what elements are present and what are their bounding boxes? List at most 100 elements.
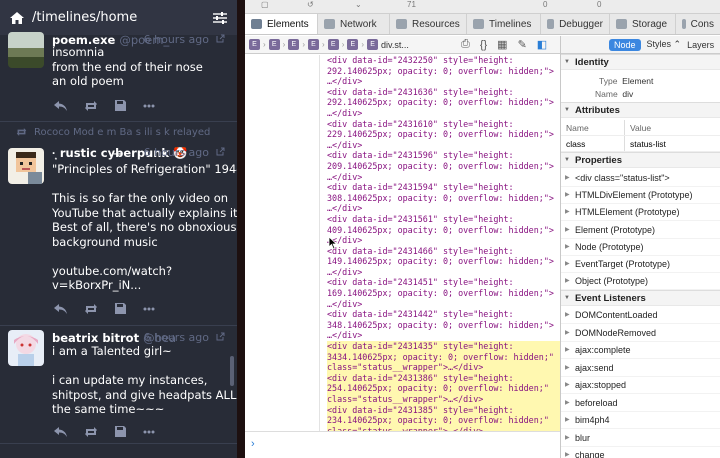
dom-node-line[interactable]: <div data-id="2431561" style="height:	[327, 214, 560, 225]
reply-icon[interactable]	[54, 426, 67, 437]
home-icon[interactable]	[10, 11, 24, 24]
dom-node-line[interactable]: class="status__wrapper">…</div>	[327, 362, 560, 373]
dom-node-line[interactable]: 348.140625px; opacity: 0; overflow: hidd…	[327, 320, 560, 331]
dom-node-line[interactable]: <div data-id="2432250" style="height:	[327, 55, 560, 66]
attribute-row[interactable]: class status-list	[561, 136, 720, 152]
dom-node-line[interactable]: <div data-id="2431442" style="height:	[327, 309, 560, 320]
reply-icon[interactable]	[54, 303, 67, 314]
tab-styles[interactable]: Styles ⌃	[647, 39, 682, 50]
dom-node-line[interactable]: <div data-id="2431636" style="height:	[327, 87, 560, 98]
tab-console[interactable]: Cons	[676, 14, 720, 34]
dom-node-line[interactable]: <div data-id="2431466" style="height:	[327, 246, 560, 257]
dom-node-line[interactable]: <div data-id="2431594" style="height:	[327, 182, 560, 193]
external-link-icon[interactable]	[216, 34, 225, 43]
breadcrumb-element-icon[interactable]: E	[308, 39, 320, 50]
avatar[interactable]	[8, 148, 44, 184]
resource-count[interactable]: 71	[407, 0, 416, 9]
dom-node-line[interactable]: …</div>	[327, 172, 560, 183]
link-line[interactable]: v=kBorxPr_iN...	[52, 278, 232, 293]
dom-node-line[interactable]: …</div>	[327, 108, 560, 119]
save-icon[interactable]	[115, 100, 126, 111]
breadcrumb-element-icon[interactable]: E	[268, 39, 280, 50]
avatar[interactable]	[8, 330, 44, 366]
tab-resources[interactable]: Resources	[390, 14, 467, 34]
dom-node-line[interactable]: <div data-id="2431386" style="height:	[327, 372, 560, 384]
dom-node-line[interactable]: 292.140625px; opacity: 0; overflow: hidd…	[327, 66, 560, 77]
sliders-icon[interactable]	[213, 11, 227, 24]
save-icon[interactable]	[115, 303, 126, 314]
error-count[interactable]: 0	[543, 0, 547, 9]
sidebar-toggle-icon[interactable]: ◧	[537, 38, 547, 51]
external-link-icon[interactable]	[216, 332, 225, 341]
event-listener-item[interactable]: blur	[561, 430, 720, 447]
status-post[interactable]: poem.exe @poem_ 6 hours ago insomnia fro…	[0, 28, 237, 122]
dom-node-line[interactable]: …</div>	[327, 76, 560, 87]
toolbar-icon[interactable]: ⌄	[355, 0, 362, 9]
section-identity[interactable]: Identity	[561, 54, 720, 70]
dom-node-line[interactable]: <div data-id="2431435" style="height:	[327, 341, 560, 352]
breadcrumb-element-icon[interactable]: E	[367, 39, 379, 50]
dom-node-line[interactable]: 209.140625px; opacity: 0; overflow: hidd…	[327, 161, 560, 172]
print-icon[interactable]: ⎙	[461, 38, 470, 51]
dom-node-line[interactable]: 3434.140625px; opacity: 0; overflow: hid…	[327, 351, 560, 363]
property-item[interactable]: HTMLElement (Prototype)	[561, 204, 720, 222]
dom-node-line[interactable]: 169.140625px; opacity: 0; overflow: hidd…	[327, 288, 560, 299]
dom-node-line[interactable]: 409.140625px; opacity: 0; overflow: hidd…	[327, 225, 560, 236]
more-icon[interactable]	[143, 430, 155, 434]
dom-node-line[interactable]: 254.140625px; opacity: 0; overflow: hidd…	[327, 383, 560, 394]
section-event-listeners[interactable]: Event Listeners	[561, 290, 720, 306]
toolbar-icon[interactable]: ↺	[307, 0, 314, 9]
property-item[interactable]: Node (Prototype)	[561, 239, 720, 256]
dom-node-line[interactable]: …</div>	[327, 267, 560, 278]
status-post[interactable]: Rococo Mod e m Ba s ili s k relayed ·͙ r…	[0, 122, 237, 326]
tab-debugger[interactable]: Debugger	[541, 14, 610, 34]
layout-icon[interactable]: {}	[480, 39, 487, 51]
more-icon[interactable]	[143, 307, 155, 311]
property-item[interactable]: EventTarget (Prototype)	[561, 256, 720, 273]
section-properties[interactable]: Properties	[561, 152, 720, 168]
dom-node-line[interactable]: 149.140625px; opacity: 0; overflow: hidd…	[327, 256, 560, 267]
dom-node-line[interactable]: <div data-id="2431596" style="height:	[327, 150, 560, 161]
dom-node-line[interactable]: …</div>	[327, 299, 560, 310]
breadcrumb-current[interactable]: div.st...	[381, 40, 409, 50]
event-listener-item[interactable]: DOMContentLoaded	[561, 307, 720, 324]
relay-text[interactable]: Rococo Mod e m Ba s ili s k relayed	[34, 127, 210, 138]
dom-node-line[interactable]: 308.140625px; opacity: 0; overflow: hidd…	[327, 193, 560, 204]
breadcrumb-element-icon[interactable]: E	[288, 39, 300, 50]
boost-icon[interactable]	[84, 426, 98, 437]
avatar[interactable]	[8, 32, 44, 68]
event-listener-item[interactable]: change	[561, 447, 720, 458]
section-attributes[interactable]: Attributes	[561, 102, 720, 118]
dom-node-line[interactable]: …</div>	[327, 330, 560, 341]
warning-count[interactable]: 0	[597, 0, 601, 9]
event-listener-item[interactable]: ajax:complete	[561, 342, 720, 359]
console-prompt[interactable]: ›	[245, 431, 560, 458]
grid-icon[interactable]: ▦	[497, 38, 507, 51]
event-listener-item[interactable]: ajax:send	[561, 360, 720, 377]
dom-node-line[interactable]: <div data-id="2431451" style="height:	[327, 277, 560, 288]
dom-node-line[interactable]: 229.140625px; opacity: 0; overflow: hidd…	[327, 129, 560, 140]
dom-node-line[interactable]: …</div>	[327, 235, 560, 246]
dom-node-line[interactable]: …</div>	[327, 140, 560, 151]
dom-node-line[interactable]: <div data-id="2431610" style="height:	[327, 119, 560, 130]
reply-icon[interactable]	[54, 100, 67, 111]
dom-node-line[interactable]: …</div>	[327, 203, 560, 214]
dom-node-line[interactable]: 292.140625px; opacity: 0; overflow: hidd…	[327, 97, 560, 108]
tab-elements[interactable]: Elements	[245, 14, 318, 34]
dom-node-line[interactable]: 234.140625px; opacity: 0; overflow: hidd…	[327, 415, 560, 426]
property-item[interactable]: HTMLDivElement (Prototype)	[561, 187, 720, 205]
timestamp[interactable]: 6 hours ago	[144, 331, 209, 344]
breadcrumb-element-icon[interactable]: E	[327, 39, 339, 50]
property-item[interactable]: Object (Prototype)	[561, 273, 720, 291]
property-item[interactable]: Element (Prototype)	[561, 222, 720, 239]
event-listener-item[interactable]: ajax:stopped	[561, 377, 720, 394]
external-link-icon[interactable]	[216, 147, 225, 156]
boost-icon[interactable]	[84, 100, 98, 111]
save-icon[interactable]	[115, 426, 126, 437]
tab-storage[interactable]: Storage	[610, 14, 676, 34]
scrollbar-thumb[interactable]	[230, 356, 234, 386]
toolbar-icon[interactable]: ▢	[261, 0, 269, 9]
tab-node[interactable]: Node	[609, 38, 641, 51]
tab-layers[interactable]: Layers	[687, 40, 714, 50]
boost-icon[interactable]	[84, 303, 98, 314]
